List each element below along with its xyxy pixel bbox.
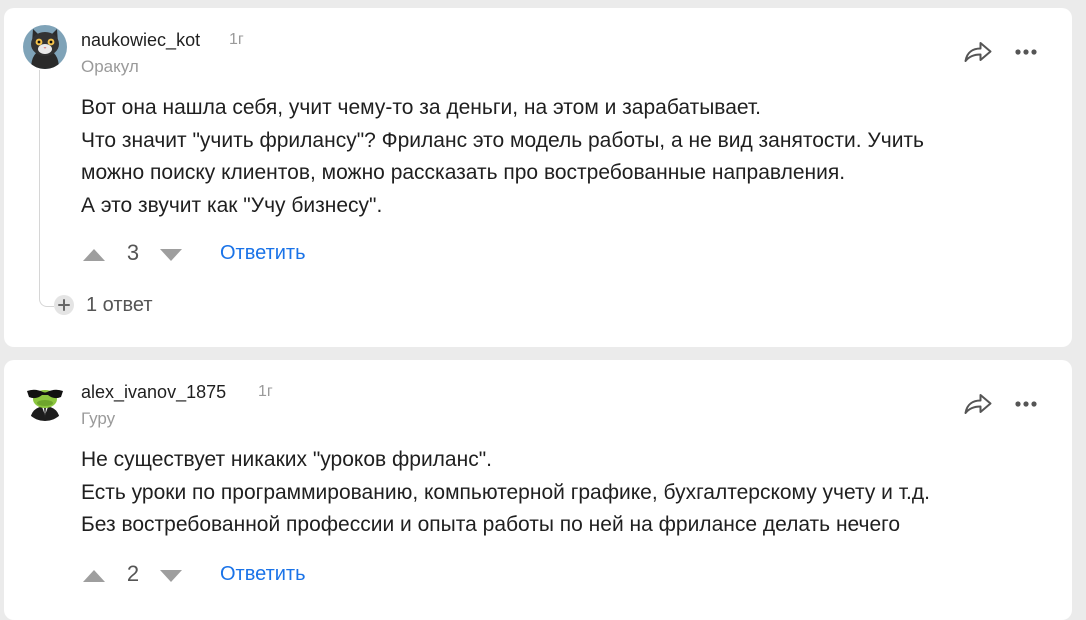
vote-count: 3	[126, 240, 140, 265]
username[interactable]: naukowiec_kot	[81, 30, 200, 51]
frog-avatar-icon[interactable]	[23, 377, 67, 421]
comment-text-line: Есть уроки по программированию, компьюте…	[81, 480, 930, 504]
comment-text-line: А это звучит как "Учу бизнесу".	[81, 193, 383, 217]
upvote-triangle-icon[interactable]	[82, 565, 106, 585]
user-rank: Гуру	[81, 409, 116, 428]
comment-text: Не существует никаких "уроков фриланс". …	[81, 444, 1051, 542]
share-arrow-icon[interactable]	[962, 390, 994, 418]
downvote-triangle-icon[interactable]	[159, 567, 183, 587]
downvote-triangle-icon[interactable]	[159, 246, 183, 266]
comment-text-line: можно поиску клиентов, можно рассказать …	[81, 161, 846, 184]
upvote-triangle-icon[interactable]	[82, 244, 106, 264]
comment-card: alex_ivanov_1875 1г Гуру Не существует н…	[4, 360, 1072, 620]
comment-time: 1г	[229, 31, 244, 48]
reply-button[interactable]: Ответить	[220, 242, 306, 265]
plus-icon[interactable]	[54, 295, 74, 315]
comment-time: 1г	[258, 383, 273, 400]
comment-text-line: Без востребованной профессии и опыта раб…	[81, 513, 901, 536]
reply-button[interactable]: Ответить	[220, 563, 306, 586]
comment-text: Вот она нашла себя, учит чему-то за день…	[81, 92, 1051, 222]
more-dots-icon[interactable]	[1012, 38, 1044, 66]
comment-text-line: Вот она нашла себя, учит чему-то за день…	[81, 96, 761, 119]
comment-text-line: Что значит "учить фрилансу"? Фриланс это…	[81, 128, 924, 152]
replies-toggle[interactable]: 1 ответ	[86, 294, 153, 317]
more-dots-icon[interactable]	[1012, 390, 1044, 418]
cat-avatar-icon[interactable]	[23, 25, 67, 69]
user-rank: Оракул	[81, 57, 139, 76]
username[interactable]: alex_ivanov_1875	[81, 382, 226, 403]
comment-card: naukowiec_kot 1г Оракул Вот она нашла се…	[4, 8, 1072, 347]
comment-text-line: Не существует никаких "уроков фриланс".	[81, 448, 492, 471]
share-arrow-icon[interactable]	[962, 38, 994, 66]
thread-line	[39, 70, 54, 307]
vote-count: 2	[126, 561, 140, 586]
